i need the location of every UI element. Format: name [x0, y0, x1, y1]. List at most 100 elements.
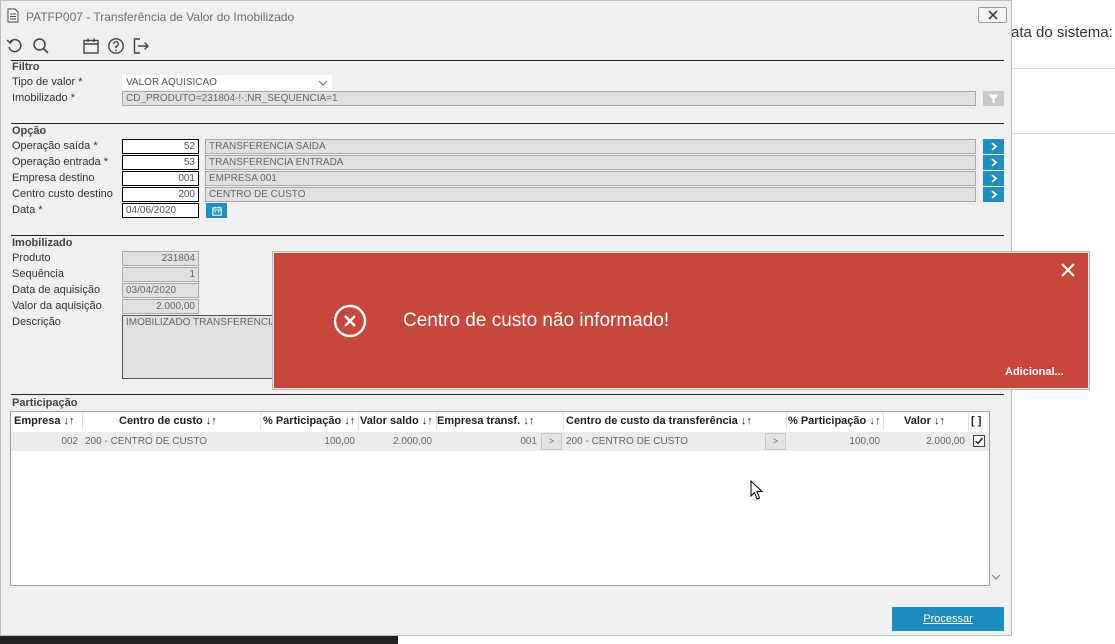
calendar-icon[interactable] [82, 37, 100, 55]
data-label: Data * [12, 204, 43, 216]
op-saida-label: Operação saída * [12, 140, 98, 152]
taskbar-fragment [0, 636, 398, 644]
centro-custo-destino-desc: CENTRO DE CUSTO [205, 187, 976, 202]
op-saida-lookup-button[interactable] [983, 139, 1004, 154]
data-input[interactable]: 04/06/2020 [122, 203, 199, 218]
table-row[interactable]: 002 200 - CENTRO DE CUSTO 100,00 2.000,0… [11, 432, 989, 451]
data-aquisicao-field: 03/04/2020 [122, 283, 199, 298]
row-checkbox[interactable] [973, 435, 985, 447]
section-title-participacao: Participação [12, 397, 78, 409]
produto-label: Produto [12, 252, 51, 264]
background-divider [1011, 133, 1115, 134]
cell-valor-saldo: 2.000,00 [393, 436, 432, 447]
column-divider [563, 413, 564, 430]
col-header-valor-saldo[interactable]: Valor saldo ↓↑ [360, 412, 438, 431]
calendar-icon [211, 206, 222, 216]
imobilizado-label: Imobilizado * [12, 92, 75, 104]
error-toast: Centro de custo não informado! Adicional… [273, 252, 1089, 389]
empresa-transf-lookup-button[interactable]: > [541, 433, 562, 450]
sequencia-field: 1 [122, 267, 199, 282]
window-close-button[interactable] [978, 7, 1007, 23]
op-entrada-code-input[interactable]: 53 [122, 155, 199, 170]
section-title-filtro: Filtro [12, 61, 40, 73]
valor-aquisicao-field: 2.000,00 [122, 299, 199, 314]
cell-centro-custo: 200 - CENTRO DE CUSTO [85, 436, 208, 447]
chevron-right-icon [990, 174, 997, 183]
col-header-participacao-2[interactable]: % Participação ↓↑ [788, 412, 883, 431]
tipo-valor-select[interactable]: VALOR AQUISICAO [122, 75, 332, 90]
chevron-right-icon [990, 158, 997, 167]
participacao-table: Empresa ↓↑ Centro de custo ↓↑ % Particip… [10, 411, 990, 586]
column-divider [82, 413, 83, 430]
exit-icon[interactable] [132, 37, 150, 55]
section-title-opcao: Opção [12, 125, 47, 137]
centro-custo-lookup-button[interactable] [983, 187, 1004, 202]
close-icon[interactable] [1060, 262, 1076, 278]
background-system-date-text: ata do sistema: 1 [1011, 24, 1115, 41]
error-circle-icon [333, 304, 367, 338]
centro-custo-destino-code-input[interactable]: 200 [122, 187, 199, 202]
section-divider [11, 235, 1004, 236]
produto-field: 231804 [122, 251, 199, 266]
imobilizado-field[interactable]: CD_PRODUTO=231804·!·;NR_SEQUENCIA=1 [122, 91, 976, 106]
undo-icon[interactable] [6, 37, 24, 55]
window-title: PATFP007 - Transferência de Valor do Imo… [26, 10, 295, 24]
help-icon[interactable] [107, 37, 125, 55]
col-header-participacao[interactable]: % Participação ↓↑ [263, 412, 359, 431]
tipo-valor-label: Tipo de valor * [12, 76, 83, 88]
section-divider [11, 123, 1004, 124]
column-divider [260, 413, 261, 430]
close-icon [987, 10, 998, 20]
section-title-imobilizado: Imobilizado [12, 237, 73, 249]
data-aquisicao-label: Data de aquisição [12, 284, 101, 296]
checkmark-icon [975, 437, 984, 445]
process-button[interactable]: Processar [892, 607, 1004, 631]
empresa-destino-desc: EMPRESA 001 [205, 171, 976, 186]
tipo-valor-value: VALOR AQUISICAO [126, 77, 217, 88]
cell-participacao-2[interactable]: 100,00 [788, 432, 880, 451]
section-divider [11, 394, 1004, 395]
toast-additional-link[interactable]: Adicional... [1005, 366, 1064, 378]
descricao-field: IMOBILIZADO TRANSFERENCIA [122, 315, 282, 379]
background-divider [1011, 68, 1115, 69]
column-divider [883, 413, 884, 430]
cell-empresa: 002 [61, 436, 78, 447]
cell-participacao: 100,00 [324, 436, 355, 447]
op-saida-code-input[interactable]: 52 [122, 139, 199, 154]
col-header-empresa[interactable]: Empresa ↓↑ [14, 412, 82, 431]
cell-empresa-transf[interactable]: 001 [437, 432, 537, 451]
op-entrada-lookup-button[interactable] [983, 155, 1004, 170]
sequencia-label: Sequência [12, 268, 64, 280]
col-header-empresa-transf[interactable]: Empresa transf. ↓↑ [437, 412, 542, 431]
valor-aquisicao-label: Valor da aquisição [12, 300, 102, 312]
section-divider [11, 60, 1004, 61]
col-header-centro-custo-transf[interactable]: Centro de custo da transferência ↓↑ [566, 412, 766, 431]
centro-transf-lookup-button[interactable]: > [765, 433, 786, 450]
column-divider [968, 413, 969, 430]
col-header-valor[interactable]: Valor ↓↑ [904, 412, 970, 431]
empresa-destino-label: Empresa destino [12, 172, 95, 184]
toast-message: Centro de custo não informado! [403, 310, 670, 331]
cell-centro-custo-transf[interactable]: 200 - CENTRO DE CUSTO [566, 432, 766, 451]
column-divider [358, 413, 359, 430]
op-saida-desc: TRANSFERENCIA SAIDA [205, 139, 976, 154]
title-bar: PATFP007 - Transferência de Valor do Imo… [1, 1, 1011, 31]
chevron-right-icon [990, 142, 997, 151]
empresa-destino-code-input[interactable]: 001 [122, 171, 199, 186]
op-entrada-desc: TRANSFERENCIA ENTRADA [205, 155, 976, 170]
document-icon [7, 8, 19, 23]
filter-button[interactable] [983, 91, 1004, 106]
date-picker-button[interactable] [206, 203, 227, 218]
col-header-select-all[interactable]: [ ] [971, 412, 989, 431]
filter-icon [988, 94, 999, 103]
mouse-cursor-icon [750, 480, 764, 500]
centro-custo-destino-label: Centro custo destino [12, 188, 113, 200]
empresa-destino-lookup-button[interactable] [983, 171, 1004, 186]
chevron-down-icon[interactable] [990, 571, 1002, 583]
search-icon[interactable] [32, 37, 50, 55]
cell-valor[interactable]: 2.000,00 [886, 432, 965, 451]
column-divider [786, 413, 787, 430]
col-header-centro-custo[interactable]: Centro de custo ↓↑ [119, 412, 259, 431]
op-entrada-label: Operação entrada * [12, 156, 109, 168]
chevron-down-icon [318, 80, 328, 86]
